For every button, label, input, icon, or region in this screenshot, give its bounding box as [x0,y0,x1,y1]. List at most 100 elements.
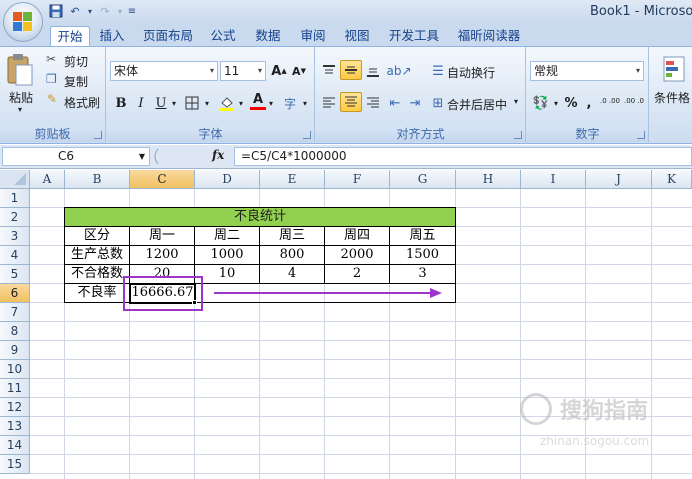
shrink-font-button[interactable]: A ▼ [290,61,308,81]
row-header-7[interactable]: 7 [0,303,30,322]
merge-center-button[interactable]: 合并后居中 [447,96,507,113]
undo-dropdown-icon[interactable]: ▾ [86,3,94,19]
redo-dropdown-icon[interactable]: ▾ [116,3,124,19]
tab-data[interactable]: 数据 [250,26,286,46]
header-cell[interactable]: 周一 [130,227,195,246]
conditional-format-button[interactable]: 条件格 [654,89,690,106]
column-header-k[interactable]: K [652,170,692,189]
row-header-11[interactable]: 11 [0,379,30,398]
row-header-5[interactable]: 5 [0,265,30,284]
name-box-dropdown-icon[interactable]: ▼ [139,148,145,165]
font-size-combo[interactable]: 11 ▾ [220,61,266,81]
defect-cell[interactable]: 3 [390,265,456,284]
total-cell[interactable]: 1000 [195,246,260,265]
font-color-dropdown-icon[interactable]: ▾ [267,93,275,113]
row-header-2[interactable]: 2 [0,208,30,227]
percent-button[interactable]: % [562,93,580,113]
defect-cell[interactable]: 2 [325,265,390,284]
row-header-1[interactable]: 1 [0,189,30,208]
row-header-14[interactable]: 14 [0,436,30,455]
align-left-icon[interactable] [319,93,339,113]
tab-page-layout[interactable]: 页面布局 [137,26,199,46]
redo-icon[interactable]: ↷ [97,3,113,19]
total-cell[interactable]: 生产总数 [65,246,130,265]
total-cell[interactable]: 1500 [390,246,456,265]
clipboard-launcher-icon[interactable] [94,131,102,139]
copy-button[interactable]: 复制 [64,73,88,90]
customize-qat-icon[interactable]: ≡ [127,3,137,19]
total-cell[interactable]: 800 [260,246,325,265]
row-header-3[interactable]: 3 [0,227,30,246]
orientation-icon[interactable]: ab↗ [386,61,412,81]
font-name-combo[interactable]: 宋体 ▾ [110,61,218,81]
borders-dropdown-icon[interactable]: ▾ [203,93,211,113]
tab-foxit-reader[interactable]: 福昕阅读器 [452,26,526,46]
column-header-b[interactable]: B [65,170,130,189]
total-cell[interactable]: 1200 [130,246,195,265]
tab-formulas[interactable]: 公式 [205,26,241,46]
align-middle-icon[interactable] [340,60,362,80]
column-header-h[interactable]: H [456,170,521,189]
borders-icon[interactable] [181,93,203,113]
formula-input[interactable]: =C5/C4*1000000 [234,147,692,166]
fill-color-icon[interactable] [217,93,237,113]
column-header-d[interactable]: D [195,170,260,189]
column-header-a[interactable]: A [30,170,65,189]
font-launcher-icon[interactable] [303,131,311,139]
header-cell[interactable]: 周三 [260,227,325,246]
row-header-13[interactable]: 13 [0,417,30,436]
italic-button[interactable]: I [132,93,150,113]
align-top-icon[interactable] [319,61,339,81]
wrap-text-icon[interactable]: ☰ [430,61,446,81]
column-header-g[interactable]: G [390,170,456,189]
column-header-e[interactable]: E [260,170,325,189]
header-cell[interactable]: 区分 [65,227,130,246]
defect-cell[interactable]: 4 [260,265,325,284]
table-title-cell[interactable]: 不良统计 [64,207,456,227]
tab-home[interactable]: 开始 [50,26,90,46]
rate-label-cell[interactable]: 不良率 [65,284,130,303]
defect-cell[interactable]: 10 [195,265,260,284]
column-header-c[interactable]: C [130,170,195,189]
header-cell[interactable]: 周二 [195,227,260,246]
align-center-icon[interactable] [340,92,362,112]
column-header-i[interactable]: I [521,170,586,189]
row-header-8[interactable]: 8 [0,322,30,341]
name-box[interactable]: C6 ▼ [2,147,150,166]
grow-font-button[interactable]: A ▲ [270,61,288,81]
align-bottom-icon[interactable] [363,61,383,81]
tab-view[interactable]: 视图 [339,26,375,46]
wrap-text-button[interactable]: 自动换行 [447,64,495,81]
phonetic-dropdown-icon[interactable]: ▾ [301,93,309,113]
undo-icon[interactable]: ↶ [67,3,83,19]
underline-dropdown-icon[interactable]: ▾ [170,93,178,113]
total-cell[interactable]: 2000 [325,246,390,265]
format-painter-icon[interactable]: ✎ [47,92,57,106]
currency-dropdown-icon[interactable]: ▾ [552,93,560,113]
increase-indent-icon[interactable]: ⇥ [406,93,424,113]
tab-developer[interactable]: 开发工具 [383,26,445,46]
paste-button[interactable]: 粘贴 [9,89,33,106]
paste-dropdown-icon[interactable]: ▾ [18,105,22,114]
row-header-4[interactable]: 4 [0,246,30,265]
currency-icon[interactable]: 💱 [530,93,552,113]
row-header-12[interactable]: 12 [0,398,30,417]
conditional-format-icon[interactable] [662,55,686,83]
row-header-15[interactable]: 15 [0,455,30,474]
number-launcher-icon[interactable] [637,131,645,139]
column-header-f[interactable]: F [325,170,390,189]
insert-function-icon[interactable]: fx [212,148,224,162]
merge-center-icon[interactable]: ⊞ [430,93,446,113]
alignment-launcher-icon[interactable] [514,131,522,139]
row-header-6[interactable]: 6 [0,284,30,303]
row-header-9[interactable]: 9 [0,341,30,360]
fill-color-dropdown-icon[interactable]: ▾ [237,93,245,113]
header-cell[interactable]: 周四 [325,227,390,246]
underline-button[interactable]: U [152,93,170,113]
number-format-combo[interactable]: 常规 ▾ [530,61,644,81]
cut-button[interactable]: 剪切 [64,53,88,70]
defect-cell[interactable]: 不合格数 [65,265,130,284]
cut-icon[interactable]: ✂ [46,52,56,66]
office-button[interactable] [3,2,43,42]
merge-dropdown-icon[interactable]: ▾ [514,97,518,106]
